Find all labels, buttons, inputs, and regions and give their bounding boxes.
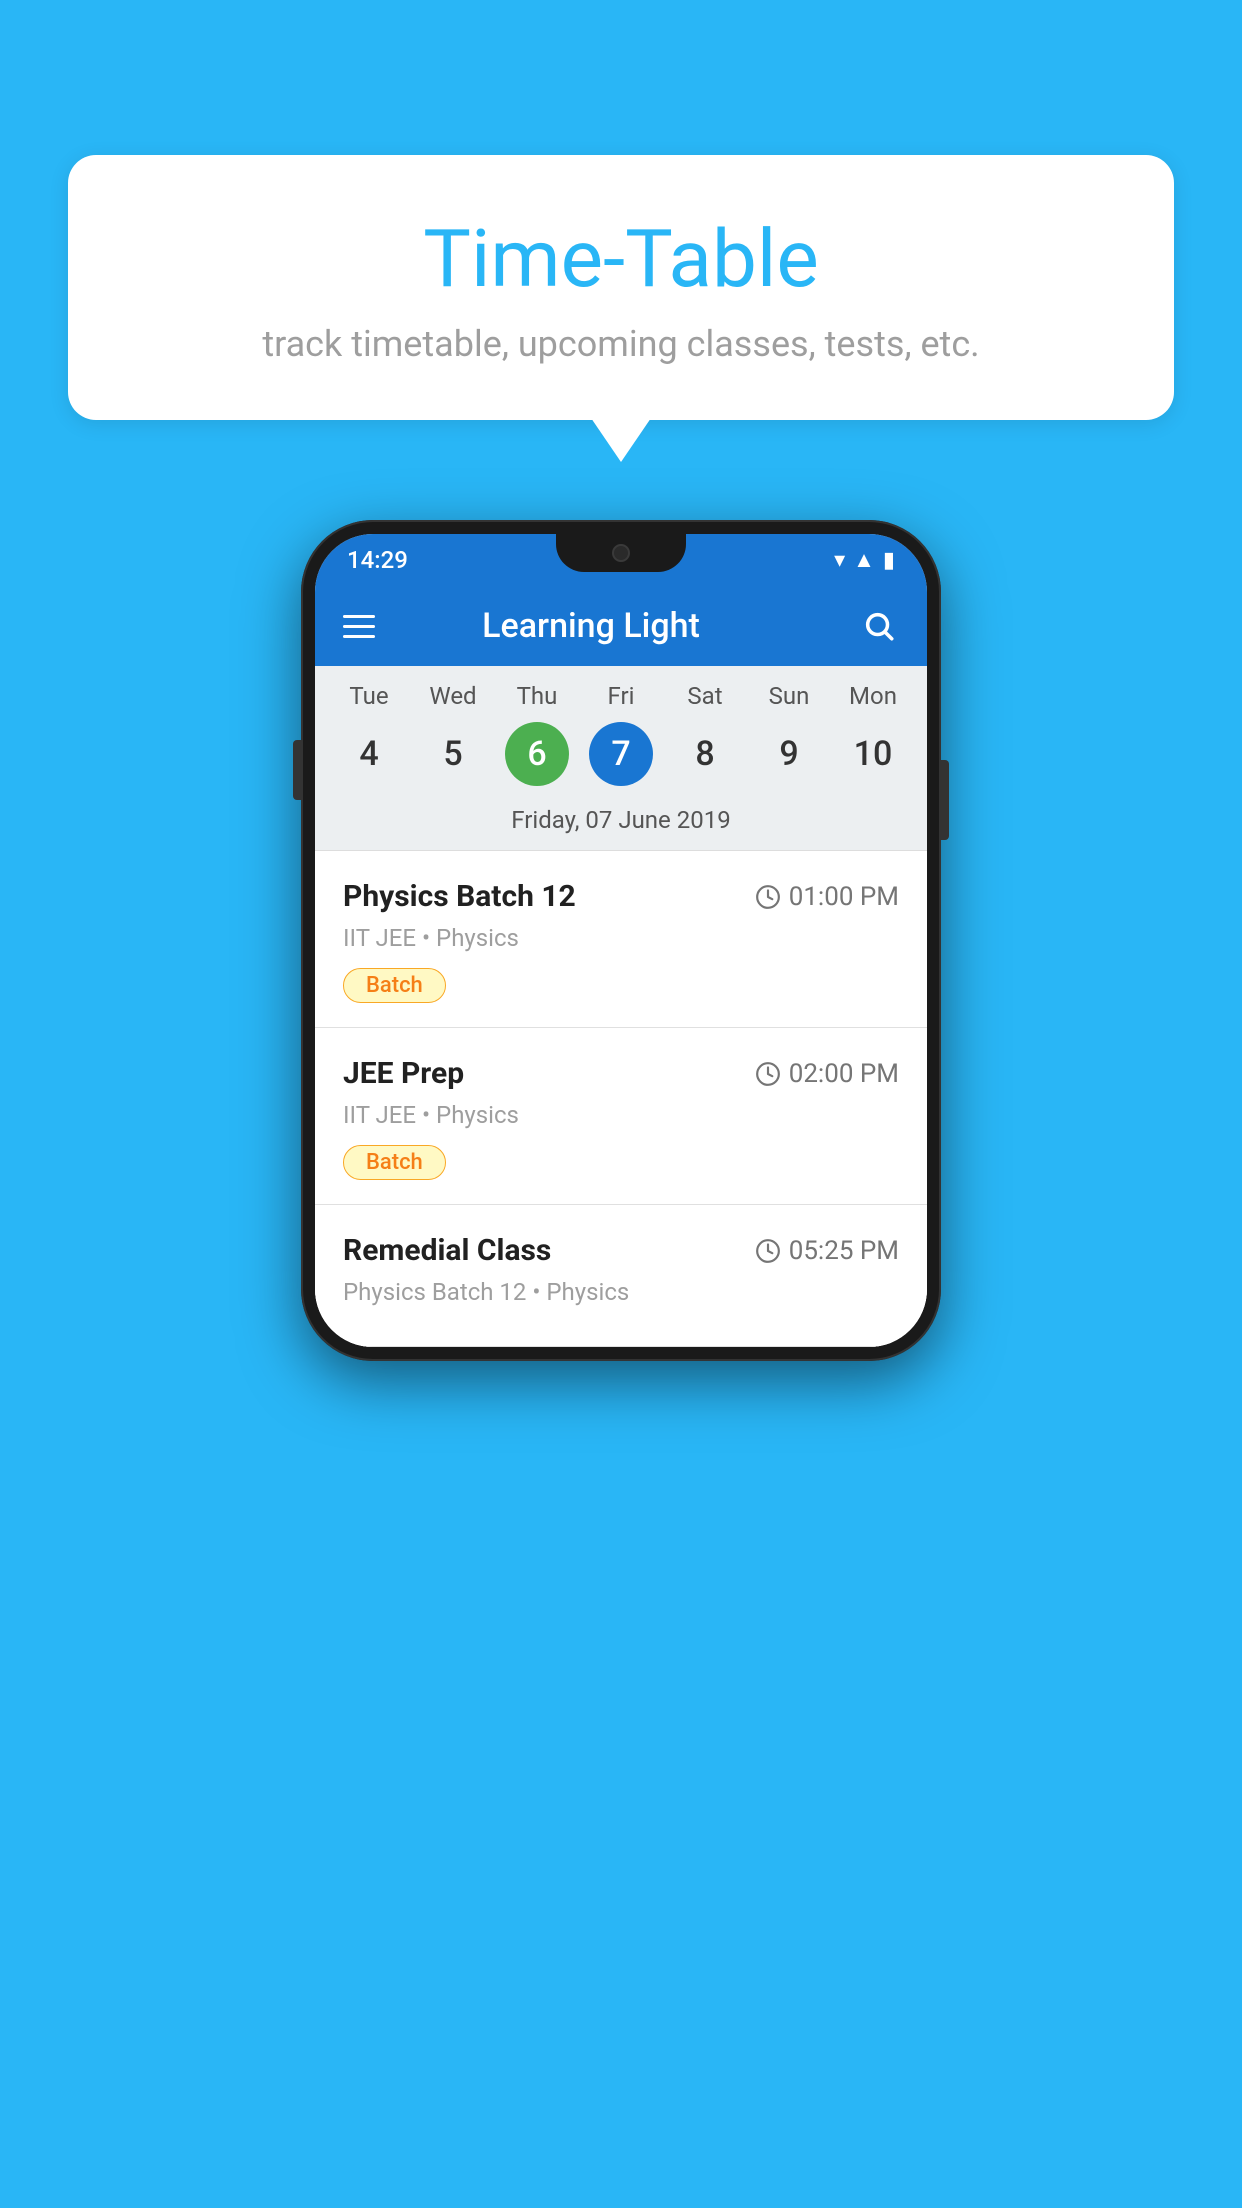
schedule-item-2-title: JEE Prep [343, 1056, 464, 1091]
day-mon[interactable]: Mon [831, 682, 915, 710]
bubble-subtitle: track timetable, upcoming classes, tests… [118, 323, 1124, 365]
schedule-item-2-subtitle: IIT JEE • Physics [343, 1101, 899, 1129]
batch-badge-1: Batch [343, 968, 446, 1003]
day-fri[interactable]: Fri [579, 682, 663, 710]
batch-badge-2: Batch [343, 1145, 446, 1180]
schedule-item-3[interactable]: Remedial Class 05:25 PM Physics Batch 12… [315, 1205, 927, 1347]
status-time: 14:29 [347, 546, 408, 574]
phone-screen: 14:29 ▾ ▲ ▮ Learning Light [315, 534, 927, 1347]
schedule-item-1-title: Physics Batch 12 [343, 879, 576, 914]
phone-notch [556, 534, 686, 572]
date-4[interactable]: 4 [327, 722, 411, 786]
schedule-item-1-time: 01:00 PM [755, 882, 899, 912]
date-5[interactable]: 5 [411, 722, 495, 786]
schedule-item-2-time: 02:00 PM [755, 1059, 899, 1089]
schedule-item-3-time: 05:25 PM [755, 1236, 899, 1266]
speech-bubble-container: Time-Table track timetable, upcoming cla… [68, 155, 1174, 420]
clock-icon-2 [755, 1061, 781, 1087]
app-bar: Learning Light [315, 586, 927, 666]
signal-icon: ▲ [853, 547, 875, 573]
clock-icon-3 [755, 1238, 781, 1264]
battery-icon: ▮ [883, 548, 895, 573]
schedule-item-2-header: JEE Prep 02:00 PM [343, 1056, 899, 1091]
day-thu[interactable]: Thu [495, 682, 579, 710]
app-bar-title: Learning Light [347, 606, 835, 646]
selected-date-label: Friday, 07 June 2019 [315, 802, 927, 851]
phone-outer: 14:29 ▾ ▲ ▮ Learning Light [301, 520, 941, 1361]
schedule-item-2[interactable]: JEE Prep 02:00 PM IIT JEE • Physics Batc… [315, 1028, 927, 1205]
date-6-today[interactable]: 6 [505, 722, 569, 786]
schedule-list: Physics Batch 12 01:00 PM IIT JEE • Phys… [315, 851, 927, 1347]
schedule-item-3-header: Remedial Class 05:25 PM [343, 1233, 899, 1268]
calendar-days-row: Tue Wed Thu Fri Sat Sun Mon [315, 666, 927, 718]
date-8[interactable]: 8 [663, 722, 747, 786]
schedule-item-3-title: Remedial Class [343, 1233, 551, 1268]
bubble-title: Time-Table [118, 215, 1124, 303]
day-wed[interactable]: Wed [411, 682, 495, 710]
date-10[interactable]: 10 [831, 722, 915, 786]
schedule-item-1[interactable]: Physics Batch 12 01:00 PM IIT JEE • Phys… [315, 851, 927, 1028]
phone-mockup: 14:29 ▾ ▲ ▮ Learning Light [301, 520, 941, 1361]
date-7-selected[interactable]: 7 [589, 722, 653, 786]
schedule-item-3-subtitle: Physics Batch 12 • Physics [343, 1278, 899, 1306]
status-icons: ▾ ▲ ▮ [834, 547, 895, 573]
speech-bubble: Time-Table track timetable, upcoming cla… [68, 155, 1174, 420]
date-9[interactable]: 9 [747, 722, 831, 786]
clock-icon-1 [755, 884, 781, 910]
front-camera [612, 544, 630, 562]
wifi-icon: ▾ [834, 548, 845, 573]
search-button[interactable] [859, 606, 899, 646]
schedule-item-1-header: Physics Batch 12 01:00 PM [343, 879, 899, 914]
calendar-dates-row: 4 5 6 7 8 9 10 [315, 718, 927, 802]
day-sun[interactable]: Sun [747, 682, 831, 710]
day-sat[interactable]: Sat [663, 682, 747, 710]
calendar-section: Tue Wed Thu Fri Sat Sun Mon 4 5 6 7 8 9 … [315, 666, 927, 851]
schedule-item-1-subtitle: IIT JEE • Physics [343, 924, 899, 952]
day-tue[interactable]: Tue [327, 682, 411, 710]
